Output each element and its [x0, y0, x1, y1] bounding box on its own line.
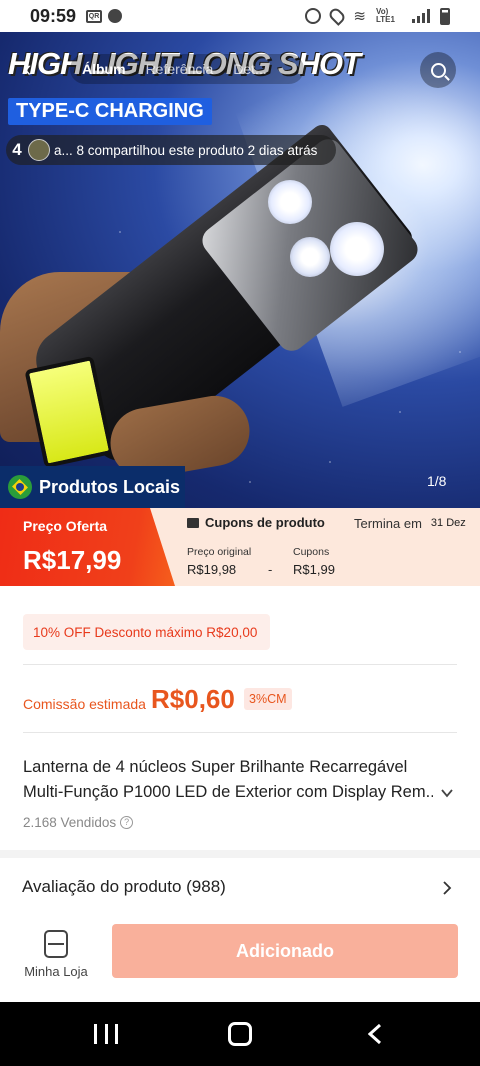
image-tabs: Álbum Referência Det... — [70, 54, 304, 84]
price-banner: Preço Oferta R$17,99 Cupons de produto T… — [0, 508, 480, 586]
coupons-label: Cupons — [293, 546, 330, 558]
lte-label: Vo) LTE1 — [376, 7, 395, 24]
search-icon — [430, 62, 446, 78]
product-image-carousel[interactable]: HIGH LIGHT LONG SHOT ‹ Álbum Referência … — [0, 32, 480, 508]
minus-sign: - — [268, 562, 273, 577]
question-circle-icon[interactable]: ? — [120, 816, 134, 829]
original-price-label: Preço original — [187, 546, 252, 558]
product-page: 09:59 QR ≋ Vo) LTE1 HIGH LIGHT LONG SHOT… — [0, 0, 480, 1066]
brazil-flag-icon — [8, 475, 32, 499]
chevron-right-icon[interactable] — [440, 880, 454, 896]
original-price-value: R$19,98 — [187, 562, 237, 577]
ends-label: Termina em — [354, 516, 422, 531]
divider — [23, 664, 457, 665]
search-button[interactable] — [420, 52, 456, 88]
commission-rate-badge: 3%CM — [244, 688, 292, 710]
product-title-line2: Multi-Função P1000 LED de Exterior com D… — [23, 783, 433, 801]
share-count: 4 — [12, 140, 22, 159]
chat-notification-icon — [108, 9, 123, 23]
ticket-icon — [187, 517, 199, 528]
local-products-label: Produtos Locais — [39, 476, 181, 497]
store-icon — [44, 930, 68, 958]
qr-notification-icon: QR — [86, 9, 103, 23]
image-counter: 1/8 — [427, 473, 447, 489]
status-bar: 09:59 QR ≋ Vo) LTE1 — [0, 0, 480, 32]
commission-value: R$0,60 — [151, 684, 235, 714]
recents-icon[interactable] — [94, 1024, 118, 1044]
back-icon[interactable] — [368, 1024, 382, 1044]
offer-label: Preço Oferta — [23, 518, 108, 534]
bottom-action-bar: Minha Loja Adicionado — [0, 912, 480, 1002]
tab-referencia[interactable]: Referência — [146, 61, 214, 77]
flashlight-lens — [290, 237, 330, 277]
location-icon — [327, 6, 348, 26]
added-button[interactable]: Adicionado — [112, 924, 458, 978]
share-notification: 4 a... 8 compartilhou este produto 2 dia… — [6, 135, 336, 165]
home-icon[interactable] — [228, 1022, 252, 1046]
offer-end: Termina em 31 Dez — [354, 516, 466, 531]
product-review-link[interactable]: Avaliação do produto (988) — [22, 877, 226, 897]
type-c-badge: TYPE-C CHARGING — [8, 98, 212, 125]
avatar — [28, 139, 50, 161]
flashlight-lens — [330, 222, 384, 276]
local-products-tag: Produtos Locais — [0, 466, 185, 508]
signal-icon — [412, 9, 430, 23]
section-separator — [0, 850, 480, 858]
coupon-title: Cupons de produto — [205, 515, 325, 530]
wifi-icon: ≋ — [353, 8, 366, 25]
chevron-down-icon[interactable] — [440, 786, 454, 800]
tab-album[interactable]: Álbum — [82, 61, 126, 77]
offer-price: R$17,99 — [23, 545, 122, 575]
discount-badge[interactable]: 10% OFF Desconto máximo R$20,00 — [23, 614, 270, 650]
offer-price-box: Preço Oferta R$17,99 — [0, 508, 175, 586]
sold-label: 2.168 Vendidos — [23, 815, 117, 830]
sync-icon — [305, 8, 322, 24]
coupon-header: Cupons de produto — [187, 515, 325, 530]
sold-count: 2.168 Vendidos ? — [23, 815, 134, 830]
divider — [23, 732, 457, 733]
my-store-label: Minha Loja — [24, 964, 88, 979]
flashlight-lens — [268, 180, 312, 224]
product-title-line1: Lanterna de 4 núcleos Super Brilhante Re… — [23, 758, 408, 776]
coupons-value: R$1,99 — [293, 562, 335, 577]
status-time: 09:59 — [30, 5, 77, 26]
share-text: a... 8 compartilhou este produto 2 dias … — [54, 142, 318, 158]
battery-icon — [440, 7, 450, 25]
arrow-left-icon[interactable]: ‹ — [24, 56, 31, 82]
tab-detalhes[interactable]: Det... — [233, 61, 266, 77]
commission-label: Comissão estimada — [23, 696, 146, 712]
system-nav-bar — [0, 1002, 480, 1066]
ends-date: 31 Dez — [430, 517, 466, 529]
my-store-button[interactable]: Minha Loja — [20, 928, 92, 988]
